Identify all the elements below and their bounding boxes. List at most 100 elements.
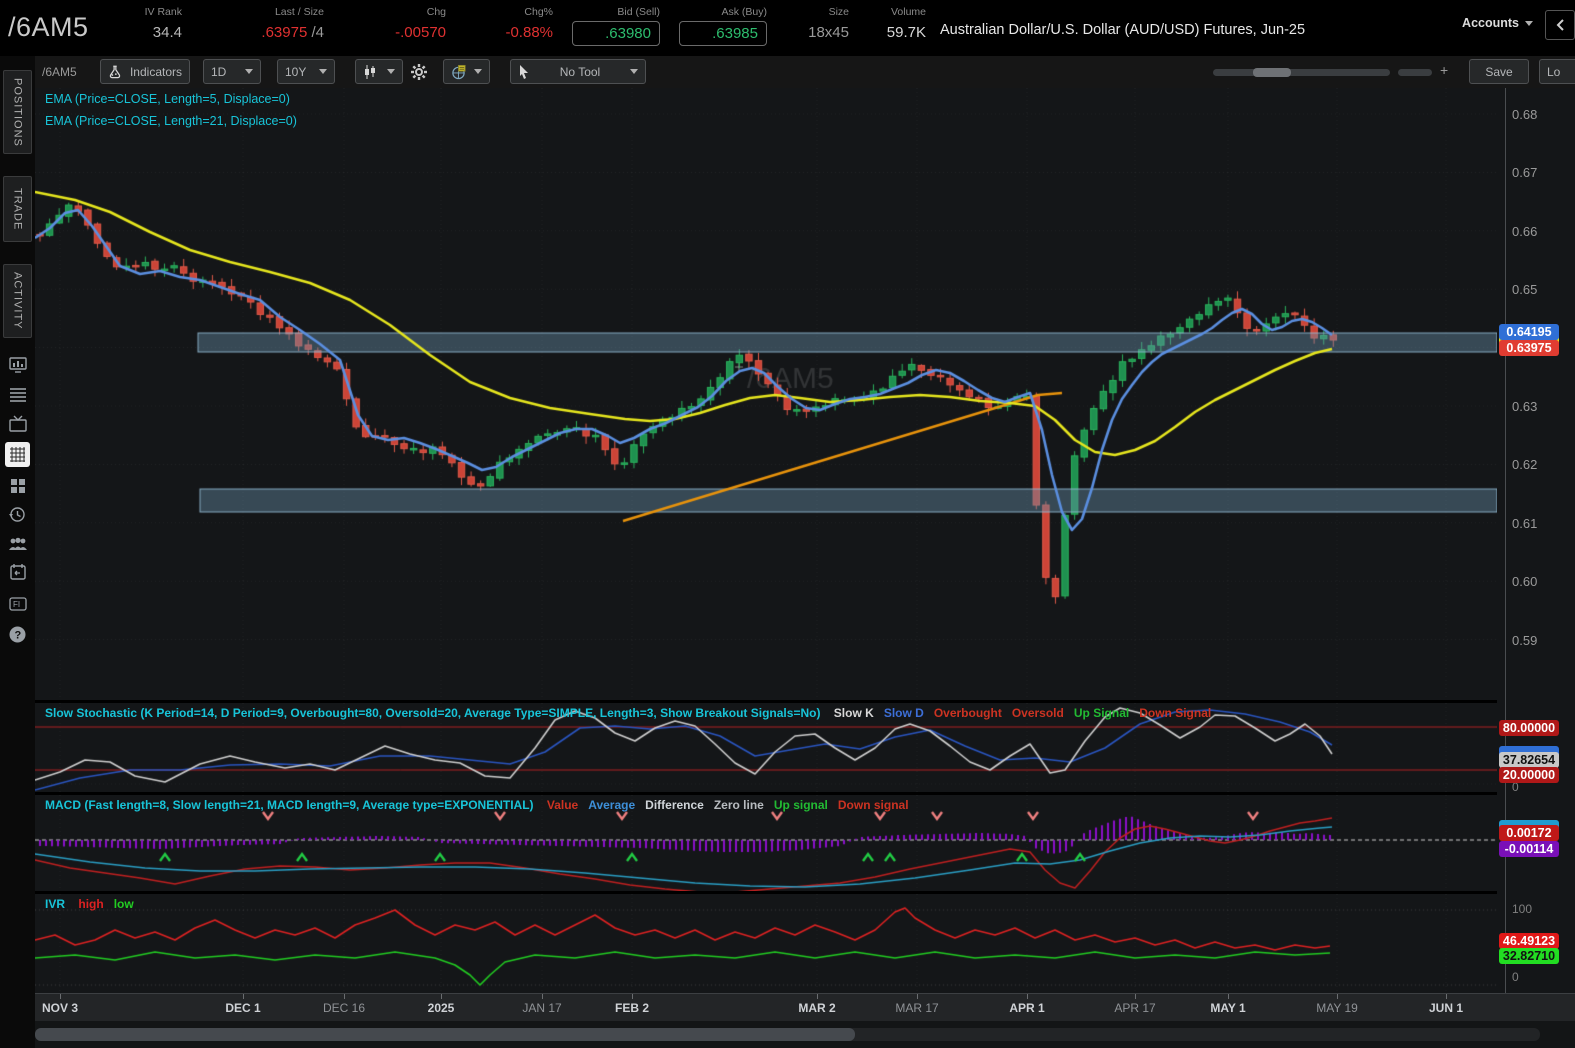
time-label-may-1: MAY 1 [1210, 1001, 1246, 1015]
charts-button-active[interactable] [5, 442, 30, 467]
macd-value-bubble: 0.00172 [1499, 825, 1559, 841]
size-label: Size [828, 6, 849, 18]
timeframe-value: 1D [211, 64, 227, 79]
iv-rank-value: 34.4 [152, 24, 182, 41]
load-button[interactable]: Lo [1539, 59, 1575, 84]
indicators-button[interactable]: Indicators [100, 59, 190, 84]
symbol-title: /6AM5 [8, 12, 89, 42]
macd-avg-bubble: -0.00114 [1499, 841, 1559, 857]
tab-positions[interactable]: POSITIONS [3, 70, 32, 154]
chevron-down-icon [245, 69, 253, 74]
bid-button[interactable]: .63980 [572, 21, 660, 46]
chart-toolbar: /6AM5 Indicators 1D 10Y No Tool + Save L… [0, 56, 1575, 88]
calendar-return-icon [9, 563, 26, 580]
macd-legend-1: Average [588, 798, 636, 812]
price-tick-0.59: 0.59 [1512, 632, 1538, 648]
chart-settings-button[interactable] [410, 63, 428, 86]
timeframe-dropdown[interactable]: 1D [203, 59, 261, 84]
monitor-chart-button[interactable] [5, 352, 30, 377]
gear-icon [411, 64, 427, 80]
chg-column: Chg -.00570 [336, 0, 446, 41]
zoom-slider-track[interactable] [1213, 69, 1390, 76]
zoom-slider-thumb[interactable] [1253, 68, 1291, 77]
grid-tiles-button[interactable] [5, 473, 30, 498]
price-tick-0.60: 0.60 [1512, 574, 1538, 590]
ivr-legend-1: low [113, 897, 134, 911]
stoch-legend-3: Oversold [1011, 706, 1064, 720]
ivr-bottom-label: 0 [1512, 970, 1519, 984]
chevron-down-icon [1525, 20, 1533, 26]
price-tick-0.62: 0.62 [1512, 457, 1538, 473]
time-tick [1446, 994, 1447, 999]
tv-button[interactable] [5, 411, 30, 436]
instrument-description: Australian Dollar/U.S. Dollar (AUD/USD) … [940, 22, 1306, 38]
ema5-study-label[interactable]: EMA (Price=CLOSE, Length=5, Displace=0) [45, 92, 290, 106]
price-axis[interactable]: 0.68 0.67 0.66 0.65 0.63 0.62 0.61 0.60 0.59 0.6… [1497, 88, 1575, 993]
stochastic-header[interactable]: Slow Stochastic (K Period=14, D Period=9… [45, 706, 1221, 720]
ivr-title: IVR [45, 897, 66, 911]
chg-value: -.00570 [395, 24, 446, 41]
zoom-in-button[interactable]: + [1440, 62, 1448, 78]
community-button[interactable] [5, 531, 30, 556]
ivr-canvas[interactable] [35, 894, 1497, 993]
macd-legend-3: Zero line [713, 798, 764, 812]
time-tick [243, 994, 244, 999]
time-label-2025: 2025 [427, 1001, 455, 1015]
price-tick-0.67: 0.67 [1512, 165, 1538, 181]
stoch-legend-2: Overbought [933, 706, 1002, 720]
ivr-high-bubble: 46.49123 [1499, 933, 1559, 949]
price-chart-canvas[interactable] [35, 88, 1497, 700]
save-button[interactable]: Save [1469, 59, 1529, 84]
stochastic-panel[interactable]: Slow Stochastic (K Period=14, D Period=9… [35, 703, 1497, 792]
volume-value: 59.7K [886, 24, 926, 41]
grid-globe-icon [452, 64, 466, 79]
time-tick [1027, 994, 1028, 999]
time-tick [817, 994, 818, 999]
macd-legend-4: Up signal [773, 798, 828, 812]
scrollbar-thumb[interactable] [35, 1028, 855, 1041]
bid-column: Bid (Sell) .63980 [565, 0, 660, 46]
collapse-panel-button[interactable] [1545, 10, 1575, 40]
macd-panel[interactable]: MACD (Fast length=8, Slow length=21, MAC… [35, 795, 1497, 891]
clock-history-icon [9, 507, 25, 522]
price-tick-0.66: 0.66 [1512, 223, 1538, 239]
load-label: Lo [1547, 64, 1561, 79]
chgpct-value: -0.88% [505, 24, 553, 41]
fi-box-icon: FI [8, 596, 27, 611]
tab-activity[interactable]: ACTIVITY [3, 264, 32, 338]
watchlist-button[interactable] [5, 382, 30, 407]
volume-column: Volume 59.7K [861, 0, 926, 41]
ivr-panel[interactable]: IVR high low [35, 894, 1497, 993]
size-column: Size 18x45 [779, 0, 849, 41]
time-tick [1337, 994, 1338, 999]
ask-column: Ask (Buy) .63985 [672, 0, 767, 46]
time-label-jan-17: JAN 17 [522, 1001, 562, 1015]
drawing-tool-dropdown[interactable]: No Tool [510, 59, 646, 84]
time-label-dec-1: DEC 1 [225, 1001, 261, 1015]
ivr-header[interactable]: IVR high low [45, 897, 144, 911]
stoch-legend-1: Slow D [883, 706, 924, 720]
history-button[interactable] [5, 502, 30, 527]
tab-trade[interactable]: TRADE [3, 176, 32, 242]
time-label-feb-2: FEB 2 [614, 1001, 650, 1015]
chevron-down-icon [387, 69, 395, 74]
accounts-dropdown[interactable]: Accounts [1462, 0, 1533, 30]
chevron-down-icon [474, 69, 482, 74]
price-panel[interactable]: EMA (Price=CLOSE, Length=5, Displace=0) … [35, 88, 1497, 700]
calendar-button[interactable] [5, 559, 30, 584]
ema21-study-label[interactable]: EMA (Price=CLOSE, Length=21, Displace=0) [45, 114, 297, 128]
help-button[interactable]: ? [5, 622, 30, 647]
ask-button[interactable]: .63985 [679, 21, 767, 46]
grid-layout-dropdown[interactable] [443, 59, 490, 84]
macd-legend-5: Down signal [837, 798, 909, 812]
zoom-slider-segment[interactable] [1398, 69, 1432, 76]
chart-type-dropdown[interactable] [355, 59, 403, 84]
stoch-legend-5: Down Signal [1139, 706, 1212, 720]
fx-board-button[interactable]: FI [5, 591, 30, 616]
range-dropdown[interactable]: 10Y [277, 59, 335, 84]
list-lines-icon [9, 387, 26, 402]
macd-header[interactable]: MACD (Fast length=8, Slow length=21, MAC… [45, 798, 919, 812]
bid-label: Bid (Sell) [617, 6, 660, 18]
time-axis[interactable]: NOV 3 DEC 1 DEC 16 2025 JAN 17 FEB 2 MAR 2 MAR … [35, 993, 1575, 1021]
studies-flask-icon [109, 65, 121, 79]
